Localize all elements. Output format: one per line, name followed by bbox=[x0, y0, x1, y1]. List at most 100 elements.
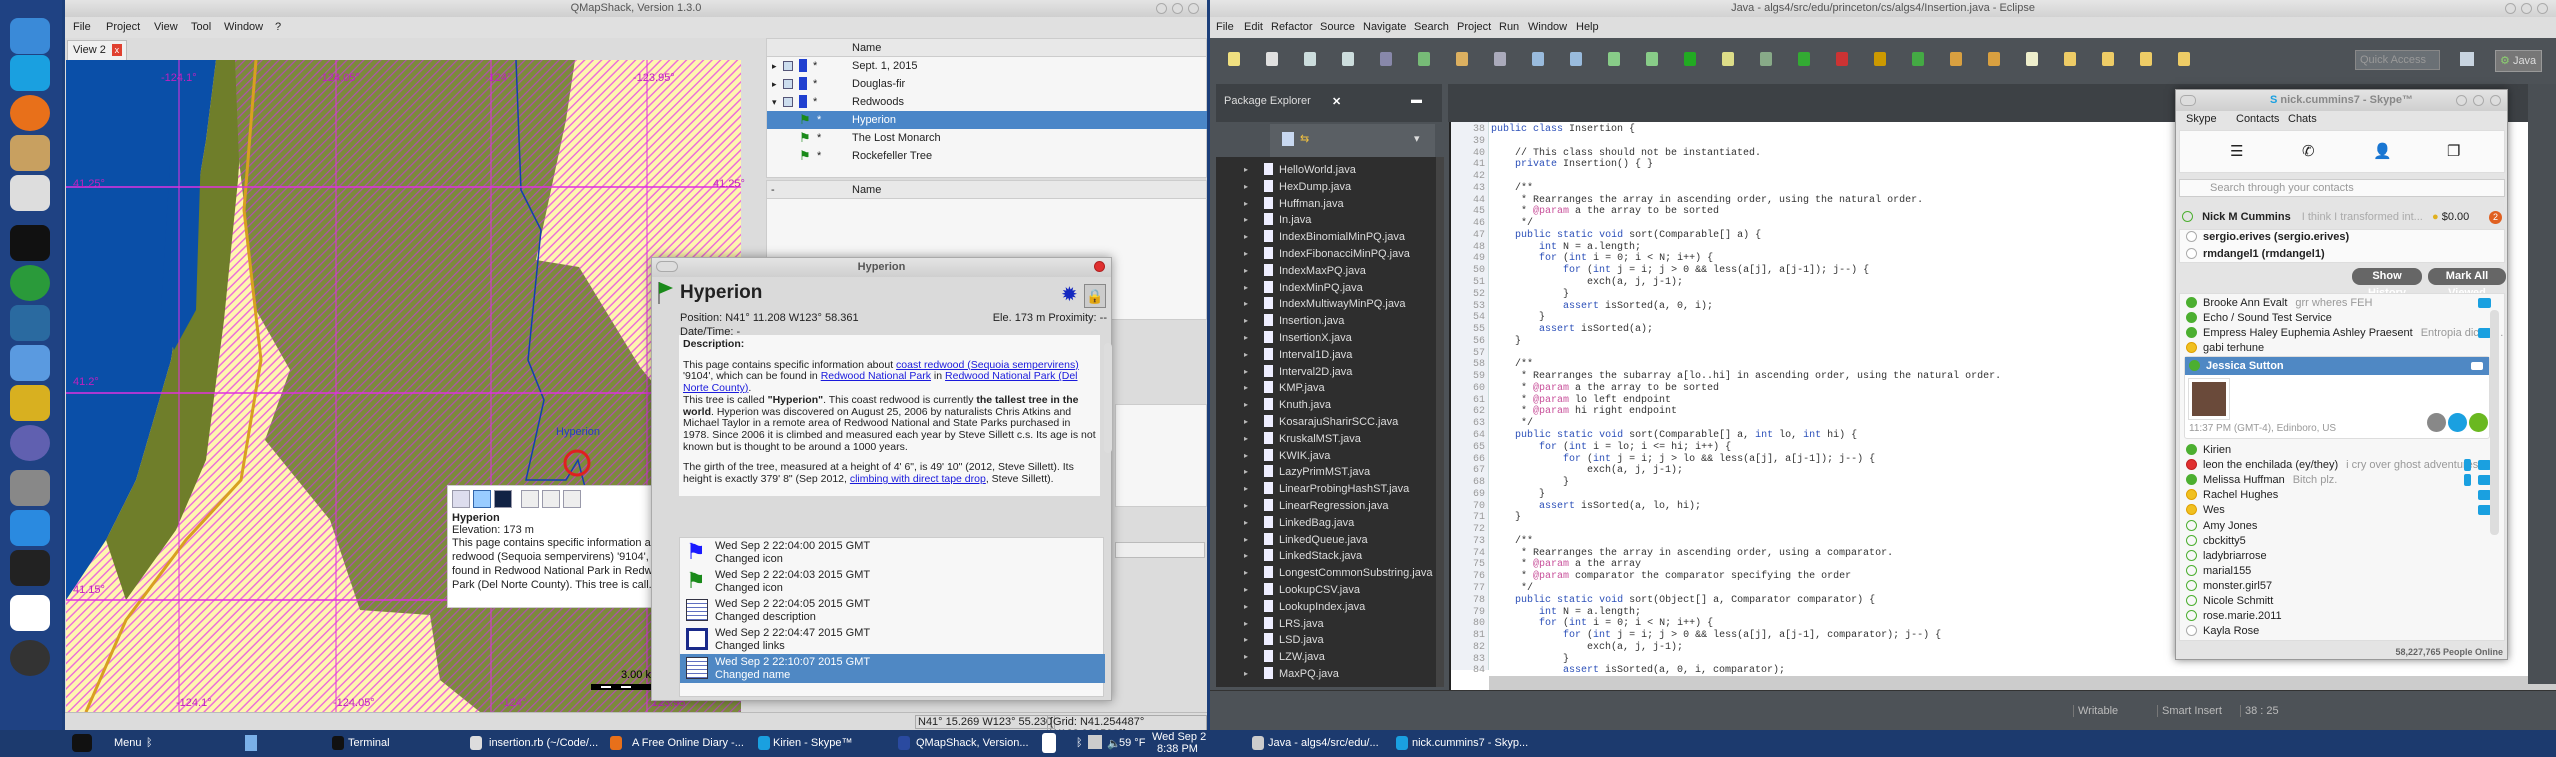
expand-arrow-icon[interactable]: ▸ bbox=[1244, 448, 1248, 464]
expand-arrow-icon[interactable]: ▸ bbox=[1244, 397, 1248, 413]
project-menu[interactable]: Project bbox=[1457, 21, 1491, 33]
video-call-icon[interactable] bbox=[2471, 362, 2483, 370]
skype-menu[interactable]: Skype bbox=[2186, 113, 2217, 125]
package-item-lookupindex[interactable]: ▸ LookupIndex.java bbox=[1244, 599, 1365, 615]
expand-arrow-icon[interactable]: ▸ bbox=[1244, 532, 1248, 548]
package-item-indexmaxpq[interactable]: ▸ IndexMaxPQ.java bbox=[1244, 263, 1366, 279]
code-line[interactable]: } bbox=[1491, 489, 1545, 501]
package-item-lzw[interactable]: ▸ LZW.java bbox=[1244, 649, 1325, 665]
toolbar-button-icon[interactable] bbox=[1912, 52, 1924, 66]
edit-icon[interactable] bbox=[521, 490, 539, 508]
code-line[interactable]: public static void sort(Comparable[] a) … bbox=[1491, 230, 1761, 242]
code-line[interactable]: * @param hi right endpoint bbox=[1491, 406, 1677, 418]
package-item-indexbinomialminpq[interactable]: ▸ IndexBinomialMinPQ.java bbox=[1244, 229, 1405, 245]
history-row[interactable]: Wed Sep 2 22:10:07 2015 GMT Changed name bbox=[680, 654, 1105, 683]
code-line[interactable]: } bbox=[1491, 477, 1569, 489]
expand-arrow-icon[interactable]: ▸ bbox=[1244, 548, 1248, 564]
contact-item[interactable]: rose.marie.2011 bbox=[2186, 609, 2491, 624]
package-item-kwik[interactable]: ▸ KWIK.java bbox=[1244, 448, 1330, 464]
expand-arrow-icon[interactable]: ▸ bbox=[1244, 296, 1248, 312]
expand-arrow-icon[interactable]: ▸ bbox=[1244, 599, 1248, 615]
project-menu[interactable]: Project bbox=[106, 21, 140, 33]
maximize-button[interactable] bbox=[1172, 3, 1183, 14]
contact-item[interactable]: Brooke Ann Evalt grr wheres FEH bbox=[2186, 296, 2491, 311]
package-item-knuth[interactable]: ▸ Knuth.java bbox=[1244, 397, 1331, 413]
package-item-insertion[interactable]: ▸ Insertion.java bbox=[1244, 313, 1344, 329]
package-item-kosarajusharirscc[interactable]: ▸ KosarajuSharirSCC.java bbox=[1244, 414, 1398, 430]
notes-icon[interactable] bbox=[10, 175, 50, 211]
code-line[interactable]: } bbox=[1491, 654, 1569, 666]
description-link[interactable]: climbing with direct tape drop bbox=[850, 473, 986, 485]
activity-monitor-icon[interactable] bbox=[10, 550, 50, 586]
clock-time[interactable]: 8:38 PM bbox=[1157, 743, 1198, 755]
evernote-tray-icon[interactable] bbox=[1042, 733, 1056, 753]
elevation-text[interactable]: Ele. 173 m Proximity: -- bbox=[993, 312, 1107, 324]
contact-item[interactable]: Amy Jones bbox=[2186, 519, 2491, 534]
editor-horizontal-scrollbar[interactable] bbox=[1489, 676, 2556, 690]
code-line[interactable]: * Rearranges the array in ascending orde… bbox=[1491, 195, 1923, 207]
bluetooth-icon[interactable]: ᛒ bbox=[146, 737, 153, 749]
toolbar-button-icon[interactable] bbox=[1722, 52, 1734, 66]
toolbar-button-icon[interactable] bbox=[2026, 52, 2038, 66]
contact-item[interactable]: Kayla Rose bbox=[2186, 624, 2491, 639]
toolbar-button-icon[interactable] bbox=[1684, 52, 1696, 66]
view-icon[interactable] bbox=[452, 490, 470, 508]
expand-arrow-icon[interactable]: ▸ bbox=[1244, 212, 1248, 228]
globe-icon[interactable] bbox=[10, 305, 50, 341]
taskbar-item[interactable]: QMapShack, Version... bbox=[916, 737, 1029, 749]
contact-item[interactable]: marial155 bbox=[2186, 564, 2491, 579]
menu-button[interactable]: Menu bbox=[114, 737, 142, 749]
contact-request[interactable]: rmdangel1 (rmdangel1) bbox=[2186, 247, 2491, 262]
code-line[interactable]: for (int i = 0; i < N; i++) { bbox=[1491, 253, 1713, 265]
quick-access-input[interactable]: Quick Access bbox=[2355, 50, 2440, 70]
map-canvas[interactable]: Hyperion 3.00 km bbox=[66, 60, 741, 712]
skype-credit[interactable]: $0.00 bbox=[2442, 211, 2470, 223]
expand-arrow-icon[interactable]: ▸ bbox=[1244, 481, 1248, 497]
contact-request[interactable]: sergio.erives (sergio.erives) bbox=[2186, 230, 2491, 245]
close-button[interactable] bbox=[1188, 3, 1199, 14]
toolbar-button-icon[interactable] bbox=[1266, 52, 1278, 66]
weather-readout[interactable]: 59 °F bbox=[1119, 737, 1145, 749]
code-line[interactable]: assert isSorted(a); bbox=[1491, 324, 1653, 336]
package-item-insertionx[interactable]: ▸ InsertionX.java bbox=[1244, 330, 1352, 346]
toolbar-button-icon[interactable] bbox=[2178, 52, 2190, 66]
toolbar-button-icon[interactable] bbox=[1228, 52, 1240, 66]
code-line[interactable]: * Rearranges the subarray a[lo..hi] in a… bbox=[1491, 371, 2001, 383]
code-line[interactable]: assert isSorted(a, lo, hi); bbox=[1491, 501, 1701, 513]
maximize-button[interactable] bbox=[2473, 95, 2484, 106]
call-button[interactable] bbox=[2469, 413, 2488, 432]
expander-icon[interactable]: ▸ bbox=[772, 57, 777, 75]
history-row[interactable]: Wed Sep 2 22:04:47 2015 GMT Changed links bbox=[680, 625, 1105, 654]
contacts-menu[interactable]: Contacts bbox=[2236, 113, 2279, 125]
package-item-interval2d[interactable]: ▸ Interval2D.java bbox=[1244, 364, 1352, 380]
expand-arrow-icon[interactable]: ▸ bbox=[1244, 196, 1248, 212]
expander-icon[interactable]: ▸ bbox=[772, 75, 777, 93]
code-line[interactable]: * @param comparator the comparator speci… bbox=[1491, 571, 1851, 583]
history-row[interactable]: ⚑ Wed Sep 2 22:04:03 2015 GMT Changed icon bbox=[680, 567, 1105, 596]
code-line[interactable]: */ bbox=[1491, 418, 1533, 430]
code-line[interactable]: int N = a.length; bbox=[1491, 242, 1641, 254]
contact-item[interactable]: Kirien bbox=[2186, 443, 2491, 458]
profile-name[interactable]: Nick M Cummins bbox=[2202, 211, 2291, 223]
toolbar-button-icon[interactable] bbox=[1380, 52, 1392, 66]
code-line[interactable]: /** bbox=[1491, 183, 1533, 195]
code-line[interactable]: for (int i = 0; i < N; i++) { bbox=[1491, 618, 1713, 630]
expand-arrow-icon[interactable]: ▸ bbox=[1244, 246, 1248, 262]
expand-arrow-icon[interactable]: ▸ bbox=[1244, 582, 1248, 598]
toolbar-button-icon[interactable] bbox=[1456, 52, 1468, 66]
finder-icon[interactable] bbox=[10, 18, 50, 54]
terminal-icon[interactable] bbox=[10, 225, 50, 261]
link-editor-icon[interactable]: ⇆ bbox=[1300, 132, 1309, 145]
contacts-list-icon[interactable]: ☰ bbox=[2230, 142, 2243, 160]
call-phone-icon[interactable]: ✆ bbox=[2302, 142, 2315, 160]
chat-button[interactable] bbox=[2448, 413, 2467, 432]
minimize-view-icon[interactable]: ▬ bbox=[1411, 94, 1422, 106]
contact-item[interactable]: Echo / Sound Test Service bbox=[2186, 311, 2491, 326]
contact-item[interactable]: Wes bbox=[2186, 503, 2491, 518]
description-scrollbar[interactable] bbox=[1104, 343, 1112, 453]
close-view-icon[interactable]: ✕ bbox=[1332, 95, 1341, 108]
code-line[interactable]: } bbox=[1491, 312, 1545, 324]
expander-icon[interactable]: ▾ bbox=[772, 93, 777, 111]
code-line[interactable]: exch(a, j, j-1); bbox=[1491, 465, 1683, 477]
code-line[interactable]: */ bbox=[1491, 218, 1533, 230]
